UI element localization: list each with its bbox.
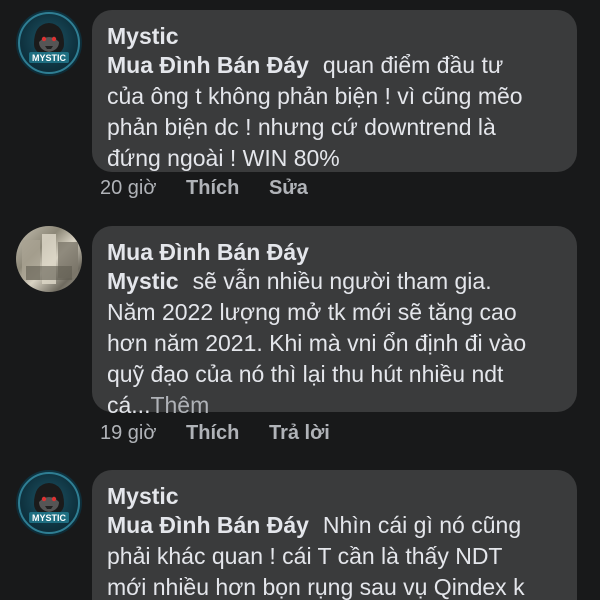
edit-button[interactable]: Sửa [269, 177, 308, 199]
comment-author[interactable]: Mystic [107, 482, 561, 510]
avatar-mystic[interactable]: MYSTIC [16, 10, 82, 76]
gorilla-logo-icon: MYSTIC [18, 472, 80, 534]
svg-text:MYSTIC: MYSTIC [32, 53, 67, 63]
see-more-link[interactable]: Thêm [150, 392, 209, 418]
comment-thread: MYSTIC Mystic Mua Đình Bán Đáy quan điểm … [0, 0, 600, 600]
like-button[interactable]: Thích [186, 177, 239, 199]
timestamp: 20 giờ [100, 177, 157, 199]
photo-avatar-icon [22, 234, 78, 284]
comment-author[interactable]: Mystic [107, 22, 561, 50]
comment-text: Mystic sẽ vẫn nhiều người tham gia. Năm 2… [107, 268, 527, 418]
reply-button[interactable]: Trả lời [269, 422, 330, 444]
comment-meta: 19 giờ Thích Trả lời [100, 421, 354, 445]
mention-tag[interactable]: Mua Đình Bán Đáy [107, 512, 309, 538]
avatar-mystic[interactable]: MYSTIC [16, 470, 82, 536]
comment-text: Mua Đình Bán Đáy Nhìn cái gì nó cũng phải… [107, 512, 525, 600]
svg-text:MYSTIC: MYSTIC [32, 513, 67, 523]
mention-tag[interactable]: Mua Đình Bán Đáy [107, 52, 309, 78]
mention-tag[interactable]: Mystic [107, 268, 179, 294]
gorilla-logo-icon: MYSTIC [18, 12, 80, 74]
comment-bubble: Mystic Mua Đình Bán Đáy Nhìn cái gì nó cũ… [92, 470, 577, 600]
comment-author[interactable]: Mua Đình Bán Đáy [107, 238, 561, 266]
like-button[interactable]: Thích [186, 422, 239, 444]
timestamp: 19 giờ [100, 422, 157, 444]
comment-bubble: Mystic Mua Đình Bán Đáy quan điểm đầu tư … [92, 10, 577, 172]
comment-bubble: Mua Đình Bán Đáy Mystic sẽ vẫn nhiều ngườ… [92, 226, 577, 418]
comment-meta: 20 giờ Thích Sửa [100, 176, 332, 200]
comment-text: Mua Đình Bán Đáy quan điểm đầu tư của ông… [107, 52, 523, 171]
avatar-photo[interactable] [16, 226, 82, 292]
